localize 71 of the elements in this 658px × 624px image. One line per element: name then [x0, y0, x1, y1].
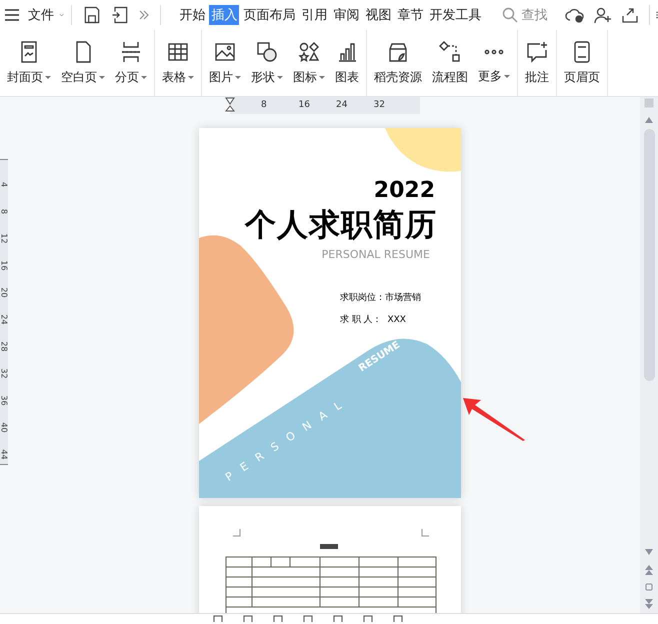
caret-icon — [235, 76, 241, 79]
ribbon-button[interactable]: 空白页 — [56, 30, 110, 96]
cover-field: 求职岗位：市场营销 — [340, 291, 421, 304]
icons-icon — [297, 40, 321, 64]
comment-plus-icon — [525, 40, 549, 64]
browse-object-icon[interactable] — [645, 583, 653, 591]
ribbon-button[interactable]: 更多 — [473, 30, 515, 96]
cover-year: 2022 — [374, 178, 435, 203]
ribbon-button[interactable]: 图标 — [288, 30, 330, 96]
file-menu[interactable]: 文件 — [24, 2, 58, 28]
ruler-number: 4 — [0, 180, 8, 190]
ruler-number: 12 — [0, 232, 8, 244]
ribbon-button[interactable]: 图片 — [204, 30, 246, 96]
ruler-number: 20 — [0, 286, 8, 298]
ribbon-button[interactable]: 封面页 — [2, 30, 56, 96]
caret-icon — [45, 76, 51, 79]
ribbon-button[interactable]: 流程图 — [427, 30, 473, 96]
menu-tab[interactable]: 开始 — [177, 5, 208, 25]
scroll-down-icon[interactable] — [645, 549, 653, 555]
pointer-arrow-drawing — [461, 396, 527, 442]
ruler-number: 28 — [0, 340, 8, 352]
ribbon-button[interactable]: 批注 — [520, 30, 554, 96]
caret-icon — [99, 76, 105, 79]
ribbon-button[interactable]: 表格 — [157, 30, 199, 96]
ruler-number: 36 — [0, 394, 8, 406]
menu-tab[interactable]: 插入 — [209, 5, 240, 25]
cover-title: 个人求职简历 — [245, 206, 437, 245]
cover-field: 求 职 人： XXX — [340, 313, 406, 326]
caret-icon — [277, 76, 283, 79]
indent-marker-icon[interactable] — [225, 97, 235, 114]
ruler-number: 32 — [0, 368, 8, 380]
ruler-number: 16 — [0, 260, 8, 272]
more-dots-icon — [483, 49, 505, 55]
ruler-number: 44 — [0, 448, 8, 460]
menu-tab[interactable]: 审阅 — [331, 5, 362, 25]
ruler-number: 8 — [261, 100, 267, 110]
menu-tab[interactable]: 视图 — [363, 5, 394, 25]
caret-icon — [504, 75, 510, 78]
menu-tab[interactable]: 引用 — [299, 5, 330, 25]
menu-tab[interactable]: 页面布局 — [241, 5, 298, 25]
page-break-icon — [119, 40, 143, 64]
cover-subtitle: PERSONAL RESUME — [322, 248, 430, 261]
scrollbar[interactable] — [640, 97, 658, 613]
ribbon-button[interactable]: 稻壳资源 — [369, 30, 427, 96]
crop-mark-icon — [422, 528, 430, 536]
ribbon-button[interactable]: 图表 — [330, 30, 364, 96]
menu-tab[interactable]: 章节 — [395, 5, 426, 25]
search-field[interactable]: 查找 — [502, 7, 562, 23]
scroll-up-icon[interactable] — [645, 117, 653, 123]
ruler-number: 16 — [298, 100, 310, 110]
previous-page-icon[interactable] — [645, 565, 653, 575]
caret-icon — [188, 76, 194, 79]
export-document-icon — [110, 5, 130, 25]
ruler-number: 24 — [336, 100, 348, 110]
form-title-drawing — [320, 544, 338, 549]
ribbon-button[interactable]: 形状 — [246, 30, 288, 96]
ruler-number: 24 — [0, 314, 8, 326]
ruler-number: 40 — [0, 422, 8, 434]
flowchart-icon — [438, 40, 462, 64]
shapes-icon — [255, 40, 279, 64]
ribbon-button[interactable]: 页眉页 — [559, 30, 605, 96]
search-icon — [502, 7, 518, 23]
next-page-icon[interactable] — [645, 599, 653, 609]
caret-icon — [141, 76, 147, 79]
ribbon-button[interactable]: 分页 — [110, 30, 152, 96]
ruler-number: 8 — [0, 208, 8, 216]
ruler-number: 32 — [374, 100, 385, 110]
menu-tab[interactable]: 开发工具 — [427, 5, 484, 25]
caret-icon — [319, 76, 325, 79]
page-setup-icon — [643, 97, 655, 109]
crop-mark-icon — [232, 528, 240, 536]
